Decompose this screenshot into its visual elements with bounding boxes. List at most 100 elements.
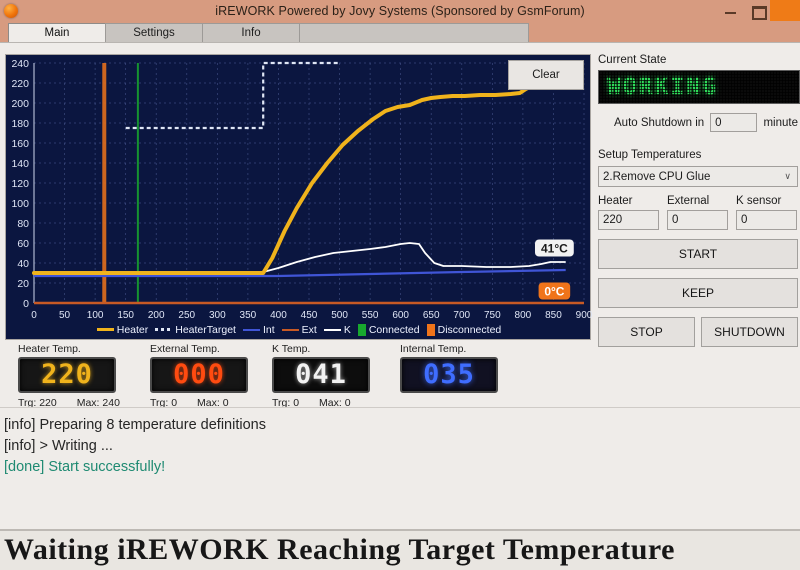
readout-inter: Internal Temp. 035: [400, 343, 498, 393]
svg-text:350: 350: [240, 310, 257, 321]
lcd-value: 220: [41, 359, 93, 390]
readout-heater: Heater Temp. 220 Trg: 220 Max: 240: [18, 343, 120, 409]
legend-item-connected: Connected: [357, 323, 420, 336]
maximize-button[interactable]: [744, 0, 770, 21]
auto-shutdown-input[interactable]: 0: [710, 113, 758, 132]
legend-item-ext: Ext: [281, 323, 317, 336]
clear-button[interactable]: Clear: [508, 60, 584, 90]
start-button[interactable]: START: [598, 239, 798, 269]
legend-label-ext: Ext: [301, 323, 317, 336]
log-line: [info] Preparing 8 temperature definitio…: [4, 417, 266, 433]
svg-text:200: 200: [11, 98, 29, 110]
log-line: [info] > Writing ...: [4, 438, 113, 454]
setup-field-input[interactable]: 0: [736, 210, 797, 230]
state-display: WORKING: [598, 70, 800, 104]
log-line: [done] Start successfully!: [4, 459, 166, 475]
svg-text:800: 800: [515, 310, 532, 321]
legend-swatch-heater: [96, 328, 114, 331]
auto-shutdown-label: Auto Shutdown in: [614, 116, 705, 129]
chevron-down-icon: ∨: [784, 171, 791, 181]
caption-bar: Waiting iREWORK Reaching Target Temperat…: [0, 529, 800, 570]
chart-legend: Heater HeaterTarget Int Ext K Connected Discon…: [6, 322, 592, 337]
lcd-value: 035: [423, 359, 475, 390]
setup-field-label: K sensor: [736, 195, 782, 207]
temperature-readouts: Heater Temp. 220 Trg: 220 Max: 240 External …: [0, 343, 591, 409]
legend-swatch-connected: [357, 323, 366, 336]
svg-text:50: 50: [59, 310, 71, 321]
setup-temperatures-label: Setup Temperatures: [598, 149, 702, 161]
svg-text:200: 200: [148, 310, 165, 321]
svg-text:600: 600: [392, 310, 409, 321]
lcd-display: 000: [150, 357, 248, 393]
legend-item-int: Int: [242, 324, 275, 336]
close-button[interactable]: [770, 0, 800, 21]
window-controls: [718, 0, 800, 21]
legend-label-k: K: [343, 323, 351, 336]
tab-main[interactable]: Main: [8, 23, 106, 42]
svg-text:400: 400: [270, 310, 287, 321]
svg-text:900: 900: [576, 310, 592, 321]
svg-text:0: 0: [31, 310, 37, 321]
legend-label-heatertarget: HeaterTarget: [175, 323, 236, 336]
control-panel: Current State WORKING Auto Shutdown in 0…: [598, 54, 800, 404]
readout-label: External Temp.: [150, 343, 220, 355]
readout-ext: External Temp. 000 Trg: 0 Max: 0: [150, 343, 248, 409]
legend-item-heater: Heater: [96, 324, 148, 336]
legend-item-k: K: [323, 323, 351, 336]
svg-text:0: 0: [23, 298, 29, 310]
shutdown-button[interactable]: SHUTDOWN: [701, 317, 798, 347]
setup-field-external: External 0: [667, 195, 728, 230]
client-area: 0 20 40 60 80 100 120 140 160 180 200 220 240 0 50 100 1…: [0, 42, 800, 529]
svg-text:750: 750: [484, 310, 501, 321]
setup-field-input[interactable]: 220: [598, 210, 659, 230]
svg-text:250: 250: [178, 310, 195, 321]
svg-text:140: 140: [11, 158, 29, 170]
caption-text: Waiting iREWORK Reaching Target Temperat…: [4, 533, 675, 566]
svg-text:650: 650: [423, 310, 440, 321]
auto-shutdown-row: Auto Shutdown in 0 minute: [598, 113, 798, 132]
svg-text:80: 80: [17, 218, 29, 230]
legend-swatch-disconnected: [426, 323, 435, 336]
profile-select-value: 2.Remove CPU Glue: [603, 170, 711, 183]
lcd-display: 041: [272, 357, 370, 393]
legend-item-heatertarget: HeaterTarget: [155, 324, 236, 336]
profile-select[interactable]: 2.Remove CPU Glue ∨: [598, 166, 798, 187]
setup-field-k-sensor: K sensor 0: [736, 195, 797, 230]
tab-info[interactable]: Info: [202, 23, 300, 42]
application-window: iREWORK Powered by Jovy Systems (Sponsor…: [0, 0, 800, 570]
svg-text:300: 300: [209, 310, 226, 321]
svg-text:220: 220: [11, 78, 29, 90]
lcd-display: 220: [18, 357, 116, 393]
lcd-display: 035: [400, 357, 498, 393]
lcd-value: 041: [295, 359, 347, 390]
window-title: iREWORK Powered by Jovy Systems (Sponsor…: [215, 3, 585, 18]
legend-swatch-heatertarget: [155, 328, 173, 331]
readout-ktemp: K Temp. 041 Trg: 0 Max: 0: [272, 343, 370, 409]
tab-settings[interactable]: Settings: [105, 23, 203, 42]
setup-field-input[interactable]: 0: [667, 210, 728, 230]
setup-field-label: Heater: [598, 195, 633, 207]
setup-field-label: External: [667, 195, 710, 207]
tab-strip: Main Settings Info: [0, 21, 800, 42]
temperature-chart[interactable]: 0 20 40 60 80 100 120 140 160 180 200 220 240 0 50 100 1…: [5, 54, 592, 340]
legend-label-disconnected: Disconnected: [437, 323, 502, 336]
svg-text:41°C: 41°C: [541, 242, 568, 256]
setup-temperature-fields: Heater 220 External 0 K sensor 0: [598, 195, 798, 230]
keep-button[interactable]: KEEP: [598, 278, 798, 308]
setup-field-heater: Heater 220: [598, 195, 659, 230]
lcd-value: 000: [173, 359, 225, 390]
log-output: [info] Preparing 8 temperature definitio…: [4, 415, 794, 525]
minimize-button[interactable]: [718, 0, 744, 21]
svg-text:500: 500: [331, 310, 348, 321]
svg-text:40: 40: [17, 258, 29, 270]
legend-swatch-ext: [281, 328, 299, 331]
svg-text:100: 100: [87, 310, 104, 321]
readout-label: K Temp.: [272, 343, 311, 355]
chart-plot-area: 0 20 40 60 80 100 120 140 160 180 200 220 240 0 50 100 1…: [11, 58, 592, 321]
title-bar: iREWORK Powered by Jovy Systems (Sponsor…: [0, 0, 800, 21]
stop-button[interactable]: STOP: [598, 317, 695, 347]
tab-filler: [299, 23, 529, 42]
svg-text:160: 160: [11, 138, 29, 150]
svg-text:700: 700: [453, 310, 470, 321]
svg-text:450: 450: [301, 310, 318, 321]
